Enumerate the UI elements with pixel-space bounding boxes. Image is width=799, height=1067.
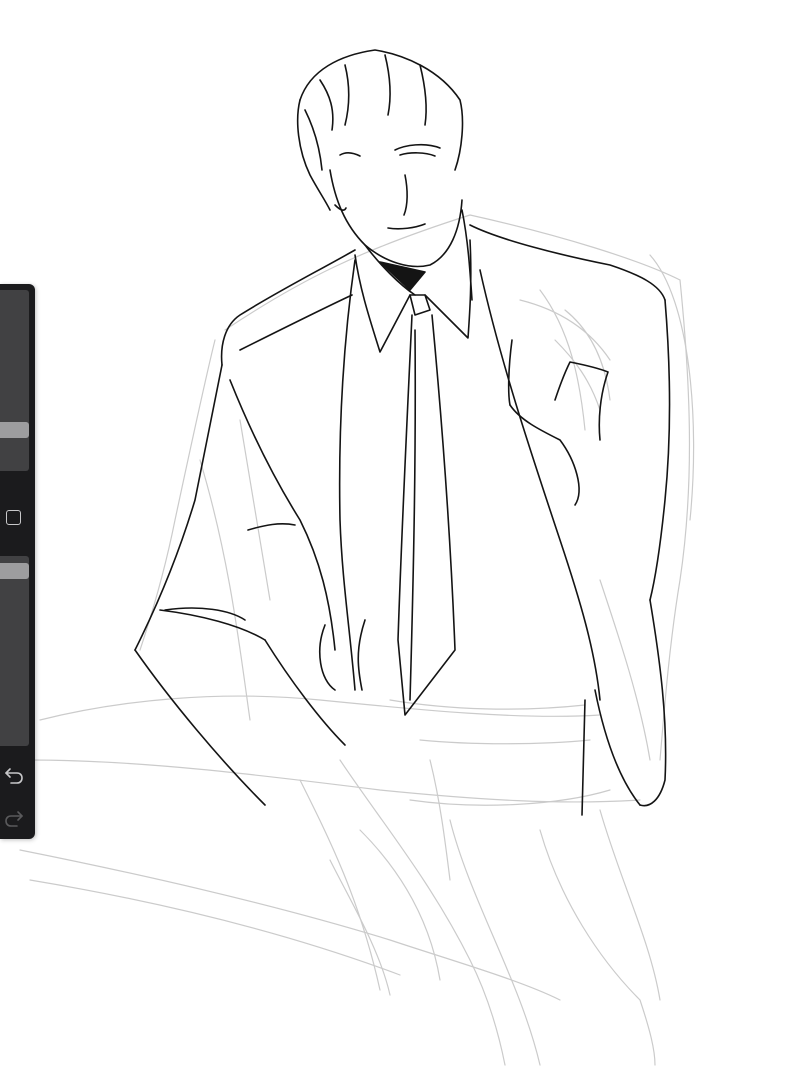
artwork-sketch [19, 49, 695, 1066]
redo-icon [5, 811, 23, 827]
undo-icon [5, 768, 23, 784]
undo-button[interactable] [2, 763, 26, 787]
sketch-layer [19, 214, 695, 1066]
brush-opacity-slider[interactable] [0, 556, 29, 746]
side-toolbar [0, 284, 35, 839]
brush-opacity-handle[interactable] [0, 563, 29, 579]
modify-button[interactable] [2, 506, 24, 528]
drawing-canvas[interactable] [0, 0, 799, 1067]
ink-layer [134, 49, 671, 816]
brush-size-handle[interactable] [0, 422, 29, 438]
square-icon [5, 509, 21, 525]
brush-size-slider[interactable] [0, 290, 29, 471]
redo-button[interactable] [2, 806, 26, 830]
